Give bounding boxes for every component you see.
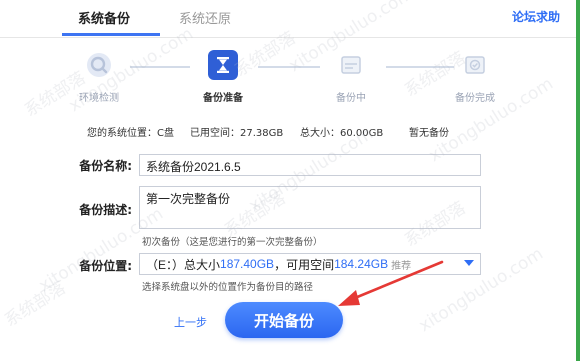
annotation-arrow-icon — [338, 260, 444, 306]
